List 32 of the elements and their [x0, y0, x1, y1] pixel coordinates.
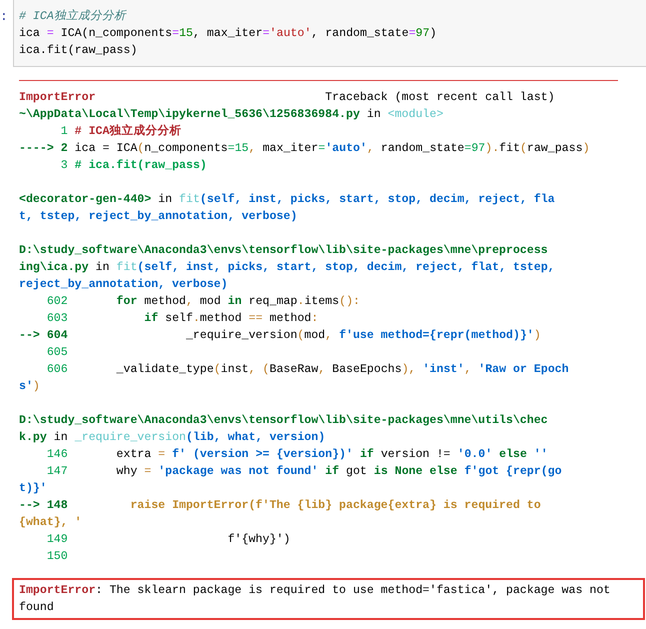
code-line: # ICA独立成分分析	[19, 8, 128, 25]
traceback-line: s')	[19, 379, 41, 395]
traceback-line: D:\study_software\Anaconda3\envs\tensorflow\lib\site-packages\mne\utils\chec	[19, 413, 549, 429]
error-line: found	[19, 600, 55, 616]
traceback-line: t)}'	[19, 481, 48, 497]
traceback-line: ing\ica.py in fit(self, inst, picks, start, stop, decim, reject, flat, tstep,	[19, 260, 556, 276]
traceback-line: ----> 2 ica = ICA(n_components=15, max_iter='auto', random_state=97).fit(raw_pass)	[19, 141, 591, 157]
traceback-line: 605	[46, 345, 69, 361]
traceback-line: reject_by_annotation, verbose)	[19, 277, 229, 293]
error-line: ImportError: The sklearn package is required to use method='fastica', package was not	[19, 583, 612, 599]
traceback-line: 150	[46, 549, 69, 565]
traceback-line: t, tstep, reject_by_annotation, verbose)	[19, 209, 298, 225]
cell-prompt: :	[0, 8, 9, 25]
code-cell[interactable]: # ICA独立成分分析 ica = ICA(n_components=15, max_iter='auto', random_state=97) ica.fit(raw_pass)	[13, 0, 646, 67]
traceback-line: k.py in _require_version(lib, what, version)	[19, 430, 326, 446]
traceback-line: ~\AppData\Local\Temp\ipykernel_5636\1256836984.py in <module>	[19, 107, 444, 123]
traceback-line: {what}, '	[19, 515, 83, 531]
traceback-line: 147 why = 'package was not found' if got is None else f'got {repr(go	[46, 464, 563, 480]
traceback-line: <decorator-gen-440> in fit(self, inst, picks, start, stop, decim, reject, fla	[19, 192, 556, 208]
traceback-line: 146 extra = f' (version >= {version})' if version != '0.0' else ''	[46, 447, 549, 463]
traceback-line: --> 148 raise ImportError(f'The {lib} package{extra} is required to	[19, 498, 542, 514]
traceback-line: 603 if self.method == method:	[46, 311, 320, 327]
traceback-line: 606 _validate_type(inst, (BaseRaw, BaseEpochs), 'inst', 'Raw or Epoch	[46, 362, 570, 378]
traceback-line: 3 # ica.fit(raw_pass)	[60, 158, 208, 174]
traceback-line: ImportError Traceback (most recent call last)	[19, 90, 556, 106]
traceback-line: --> 604 _require_version(mod, f'use method={repr(method)}')	[19, 328, 542, 344]
code-line: ica.fit(raw_pass)	[19, 43, 138, 59]
code-line: ica = ICA(n_components=15, max_iter='auto', random_state=97)	[19, 26, 438, 42]
traceback-line: 1 # ICA独立成分分析	[60, 123, 182, 140]
traceback-line: D:\study_software\Anaconda3\envs\tensorflow\lib\site-packages\mne\preprocess	[19, 243, 549, 259]
traceback-line: 602 for method, mod in req_map.items():	[46, 294, 361, 310]
traceback-line: 149 f'{why}')	[46, 532, 292, 548]
